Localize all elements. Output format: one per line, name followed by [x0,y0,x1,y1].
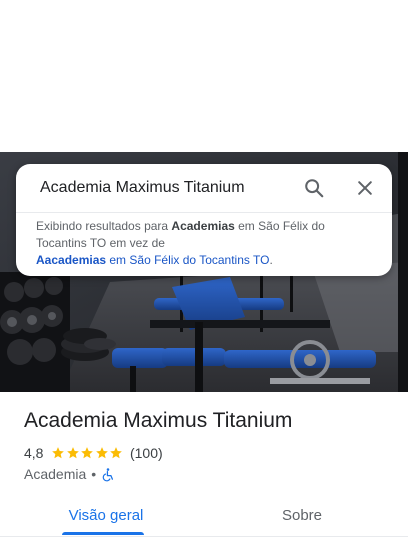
place-tabs: Visão geral Sobre [0,494,408,536]
star-icon [52,447,65,459]
search-icon[interactable] [302,176,326,200]
search-input[interactable] [40,177,290,199]
rating-value: 4,8 [24,445,44,461]
tab-about[interactable]: Sobre [250,494,354,536]
review-count: (100) [129,445,163,461]
star-icon [96,447,108,459]
wheelchair-icon [102,467,114,481]
category-row: Academia • [24,465,115,483]
suggestion-original-location: em São Félix do Tocantins TO [106,253,270,267]
search-bar [16,164,392,213]
star-icon [110,447,123,459]
search-original-link[interactable]: Aacademias em São Félix do Tocantins TO [36,253,269,267]
tabs-divider [0,536,408,537]
place-name: Academia Maximus Titanium [24,409,293,432]
star-icon [67,447,79,459]
star-rating [51,446,124,460]
rating-row[interactable]: 4,8 (100) [24,444,163,462]
close-icon[interactable] [353,176,377,200]
separator-dot: • [91,466,97,482]
tab-overview[interactable]: Visão geral [54,494,158,536]
suggestion-suffix: . [269,253,273,267]
search-overlay: Exibindo resultados para Academias em Sã… [16,164,392,276]
suggestion-shown-term: Academias [171,219,235,233]
suggestion-prefix: Exibindo resultados para [36,219,172,233]
active-tab-indicator [62,532,144,535]
place-category: Academia [24,466,87,482]
blank-header-area [0,0,408,152]
suggestion-original-term: Aacademias [36,253,107,267]
spelling-suggestion: Exibindo resultados para Academias em Sã… [36,218,376,269]
star-icon [81,447,94,459]
